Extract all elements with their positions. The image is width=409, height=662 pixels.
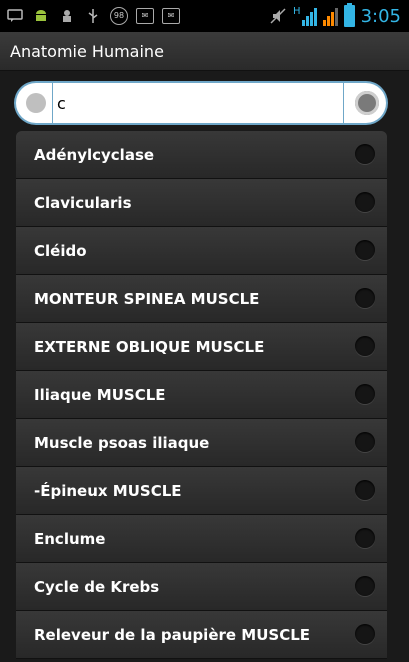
- search-input[interactable]: [52, 83, 344, 123]
- list-item-label: -Épineux MUSCLE: [34, 481, 182, 500]
- status-bar: 98 ✉ ✉ H 3:05: [0, 0, 409, 32]
- list-item[interactable]: Adénylcyclase: [16, 131, 387, 179]
- counter-icon: 98: [110, 7, 128, 25]
- usb-debug-icon: [58, 7, 76, 25]
- list-item-label: Iliaque MUSCLE: [34, 385, 166, 404]
- notification-icons: 98 ✉ ✉: [0, 7, 180, 25]
- search-area: [0, 71, 409, 131]
- title-bar: Anatomie Humaine: [0, 32, 409, 71]
- list-item-label: EXTERNE OBLIQUE MUSCLE: [34, 337, 265, 356]
- list-item[interactable]: MONTEUR SPINEA MUSCLE: [16, 275, 387, 323]
- system-icons: H 3:05: [269, 3, 409, 27]
- result-list: Adénylcyclase Clavicularis Cléido MONTEU…: [16, 131, 387, 659]
- search-clear-button[interactable]: [26, 93, 46, 113]
- list-item[interactable]: Clavicularis: [16, 179, 387, 227]
- list-item-label: Muscle psoas iliaque: [34, 433, 210, 452]
- radio-indicator-icon[interactable]: [355, 144, 375, 164]
- search-box: [16, 83, 386, 123]
- list-item[interactable]: EXTERNE OBLIQUE MUSCLE: [16, 323, 387, 371]
- radio-indicator-icon[interactable]: [355, 432, 375, 452]
- list-item-label: Adénylcyclase: [34, 145, 155, 164]
- app-title: Anatomie Humaine: [10, 41, 164, 61]
- mute-icon: [269, 7, 287, 25]
- list-item[interactable]: -Épineux MUSCLE: [16, 467, 387, 515]
- signal-icon: H: [293, 6, 317, 26]
- list-item[interactable]: Cléido: [16, 227, 387, 275]
- message-icon: [6, 7, 24, 25]
- radio-indicator-icon[interactable]: [355, 336, 375, 356]
- list-item-label: MONTEUR SPINEA MUSCLE: [34, 289, 260, 308]
- list-item-label: Cléido: [34, 241, 87, 260]
- signal-icon: [322, 6, 338, 26]
- radio-indicator-icon[interactable]: [355, 624, 375, 644]
- message-icon: ✉: [162, 8, 180, 24]
- android-icon: [32, 7, 50, 25]
- battery-icon: [343, 3, 355, 27]
- radio-indicator-icon[interactable]: [355, 480, 375, 500]
- radio-indicator-icon[interactable]: [355, 384, 375, 404]
- list-item-label: Enclume: [34, 529, 106, 548]
- list-item[interactable]: Releveur de la paupière MUSCLE: [16, 611, 387, 659]
- search-button[interactable]: [355, 91, 379, 115]
- list-item[interactable]: Cycle de Krebs: [16, 563, 387, 611]
- list-item[interactable]: Iliaque MUSCLE: [16, 371, 387, 419]
- network-type-label: H: [293, 6, 301, 17]
- radio-indicator-icon[interactable]: [355, 192, 375, 212]
- list-item-label: Cycle de Krebs: [34, 577, 160, 596]
- radio-indicator-icon[interactable]: [355, 240, 375, 260]
- list-item[interactable]: Muscle psoas iliaque: [16, 419, 387, 467]
- clock: 3:05: [360, 5, 401, 27]
- list-item-label: Releveur de la paupière MUSCLE: [34, 625, 311, 644]
- message-icon: ✉: [136, 8, 154, 24]
- radio-indicator-icon[interactable]: [355, 528, 375, 548]
- radio-indicator-icon[interactable]: [355, 288, 375, 308]
- list-item[interactable]: Enclume: [16, 515, 387, 563]
- radio-indicator-icon[interactable]: [355, 576, 375, 596]
- list-item-label: Clavicularis: [34, 193, 132, 212]
- usb-icon: [84, 7, 102, 25]
